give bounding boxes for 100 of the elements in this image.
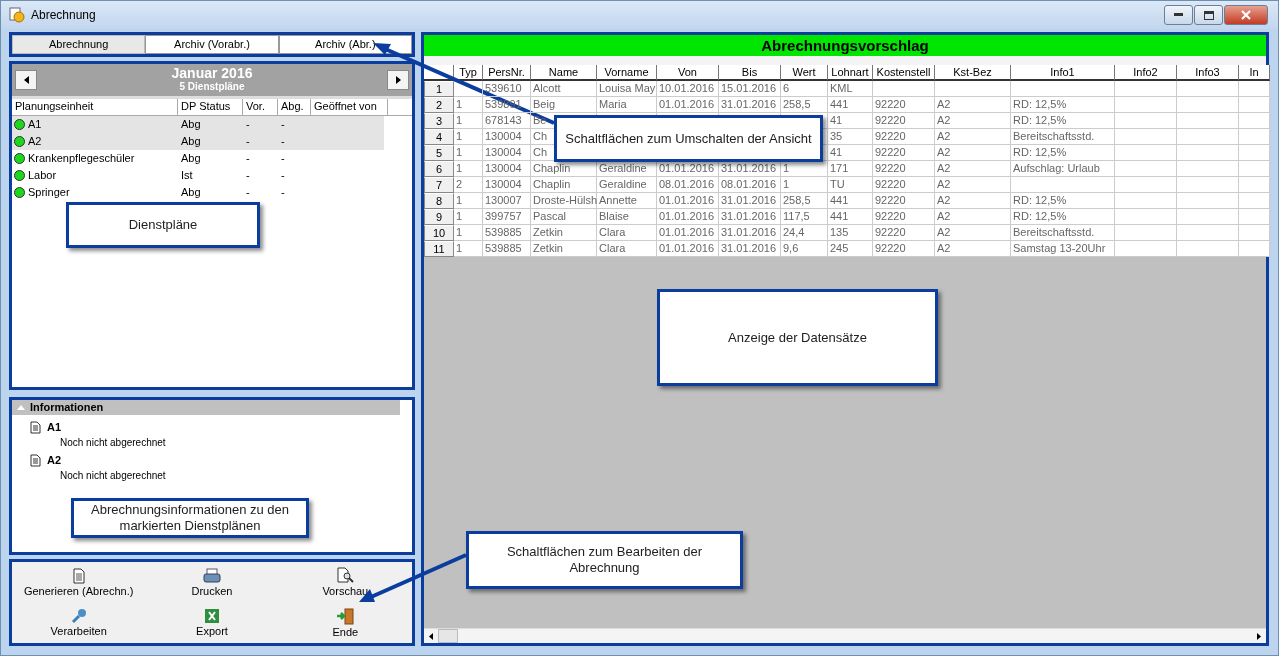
section-title: Informationen	[30, 401, 104, 414]
view-tab[interactable]: Abrechnung	[12, 35, 146, 54]
row-number[interactable]: 10	[424, 225, 454, 241]
table-cell: 01.01.2016	[657, 241, 719, 257]
column-header[interactable]: Vorname	[597, 65, 657, 81]
column-header[interactable]: DP Status	[178, 98, 243, 115]
table-cell	[1239, 225, 1270, 241]
table-cell: 24,4	[781, 225, 828, 241]
action-button[interactable]: Generieren (Abrechn.)	[21, 566, 136, 598]
row-number[interactable]: 6	[424, 161, 454, 177]
table-cell: 01.01.2016	[657, 97, 719, 113]
view-tab[interactable]: Archiv (Abr.)	[278, 35, 412, 54]
column-header[interactable]: Info1	[1011, 65, 1115, 81]
table-cell: Abg	[181, 118, 201, 131]
table-cell	[1115, 209, 1177, 225]
next-month-button[interactable]	[387, 69, 409, 90]
table-cell: Zetkin	[531, 225, 597, 241]
table-cell: Springer	[28, 186, 70, 199]
column-header[interactable]: Vor.	[243, 98, 278, 115]
table-cell: 1	[454, 193, 483, 209]
table-cell	[1239, 209, 1270, 225]
table-cell: -	[281, 152, 285, 165]
table-cell	[1239, 177, 1270, 193]
scroll-left-icon[interactable]	[429, 632, 433, 640]
section-header[interactable]: Informationen	[12, 399, 400, 415]
table-cell: 1	[454, 113, 483, 129]
caret-left-icon	[23, 75, 29, 84]
row-number[interactable]: 8	[424, 193, 454, 209]
table-cell	[1239, 145, 1270, 161]
row-number[interactable]: 11	[424, 241, 454, 257]
row-number[interactable]: 3	[424, 113, 454, 129]
scroll-right-icon[interactable]	[1257, 632, 1261, 640]
table-cell: RD: 12,5%	[1011, 113, 1115, 129]
table-cell	[1115, 161, 1177, 177]
table-cell: Abg	[181, 135, 201, 148]
column-header[interactable]: Geöffnet von	[311, 98, 388, 115]
column-header[interactable]: Planungseinheit	[12, 98, 178, 115]
table-cell: A2	[28, 135, 42, 148]
column-header[interactable]: Von	[657, 65, 719, 81]
action-button[interactable]: Export	[194, 607, 230, 639]
table-cell: 130007	[483, 193, 531, 209]
entry-title: A1	[47, 421, 62, 434]
plan-row[interactable]: Krankenpflegeschüler Abg - -	[12, 149, 384, 167]
status-dot-icon	[14, 186, 25, 198]
action-button[interactable]: Vorschau	[320, 566, 371, 599]
app-icon	[9, 7, 25, 23]
plan-row[interactable]: Springer Abg - -	[12, 183, 384, 201]
table-cell: -	[246, 169, 250, 182]
table-cell: 441	[828, 97, 873, 113]
action-button[interactable]: Drucken	[189, 566, 235, 598]
row-number[interactable]: 7	[424, 177, 454, 193]
action-button[interactable]: Verarbeiten	[48, 607, 109, 639]
column-header[interactable]: Info3	[1177, 65, 1239, 81]
column-header[interactable]: PersNr.	[483, 65, 531, 81]
table-cell: A2	[935, 241, 1011, 257]
table-cell: 41	[828, 145, 873, 161]
row-number[interactable]: 5	[424, 145, 454, 161]
plan-row[interactable]: Labor Ist - -	[12, 166, 384, 184]
scroll-thumb[interactable]	[438, 629, 458, 643]
previous-month-button[interactable]	[15, 69, 37, 90]
close-button[interactable]	[1224, 5, 1268, 25]
column-header[interactable]: Wert	[781, 65, 828, 81]
table-cell: 92220	[873, 129, 935, 145]
table-cell: Clara	[597, 225, 657, 241]
row-number[interactable]: 9	[424, 209, 454, 225]
table-cell: 135	[828, 225, 873, 241]
table-cell: 441	[828, 193, 873, 209]
column-header[interactable]: Info2	[1115, 65, 1177, 81]
table-cell: 258,5	[781, 193, 828, 209]
column-header[interactable]: Bis	[719, 65, 781, 81]
table-cell	[1239, 161, 1270, 177]
document-icon	[30, 420, 41, 434]
column-header[interactable]: Lohnart	[828, 65, 873, 81]
table-cell: RD: 12,5%	[1011, 97, 1115, 113]
column-header[interactable]: Abg.	[278, 98, 311, 115]
column-header[interactable]: Kostenstell	[873, 65, 935, 81]
column-header[interactable]: In	[1239, 65, 1270, 81]
table-cell: 258,5	[781, 97, 828, 113]
table-cell: 9,6	[781, 241, 828, 257]
spreadsheet-icon	[204, 608, 220, 625]
action-button[interactable]: Ende	[330, 606, 361, 639]
table-cell: -	[281, 135, 285, 148]
view-tab[interactable]: Archiv (Vorabr.)	[145, 35, 279, 54]
row-number[interactable]: 1	[424, 81, 454, 97]
minimize-button[interactable]	[1164, 5, 1193, 25]
row-number[interactable]: 2	[424, 97, 454, 113]
table-cell: 92220	[873, 225, 935, 241]
table-cell: -	[281, 118, 285, 131]
table-cell	[1115, 177, 1177, 193]
table-cell: -	[281, 169, 285, 182]
column-header[interactable]: Name	[531, 65, 597, 81]
horizontal-scrollbar[interactable]	[424, 628, 1266, 643]
maximize-button[interactable]	[1194, 5, 1223, 25]
table-cell	[1177, 81, 1239, 97]
table-cell: -	[246, 152, 250, 165]
column-header[interactable]: Kst-Bez	[935, 65, 1011, 81]
callout: Abrechnungsinformationen zu den markierten Dienstplänen	[71, 498, 309, 538]
row-number[interactable]: 4	[424, 129, 454, 145]
table-cell: Abg	[181, 152, 201, 165]
table-cell: Ist	[181, 169, 193, 182]
